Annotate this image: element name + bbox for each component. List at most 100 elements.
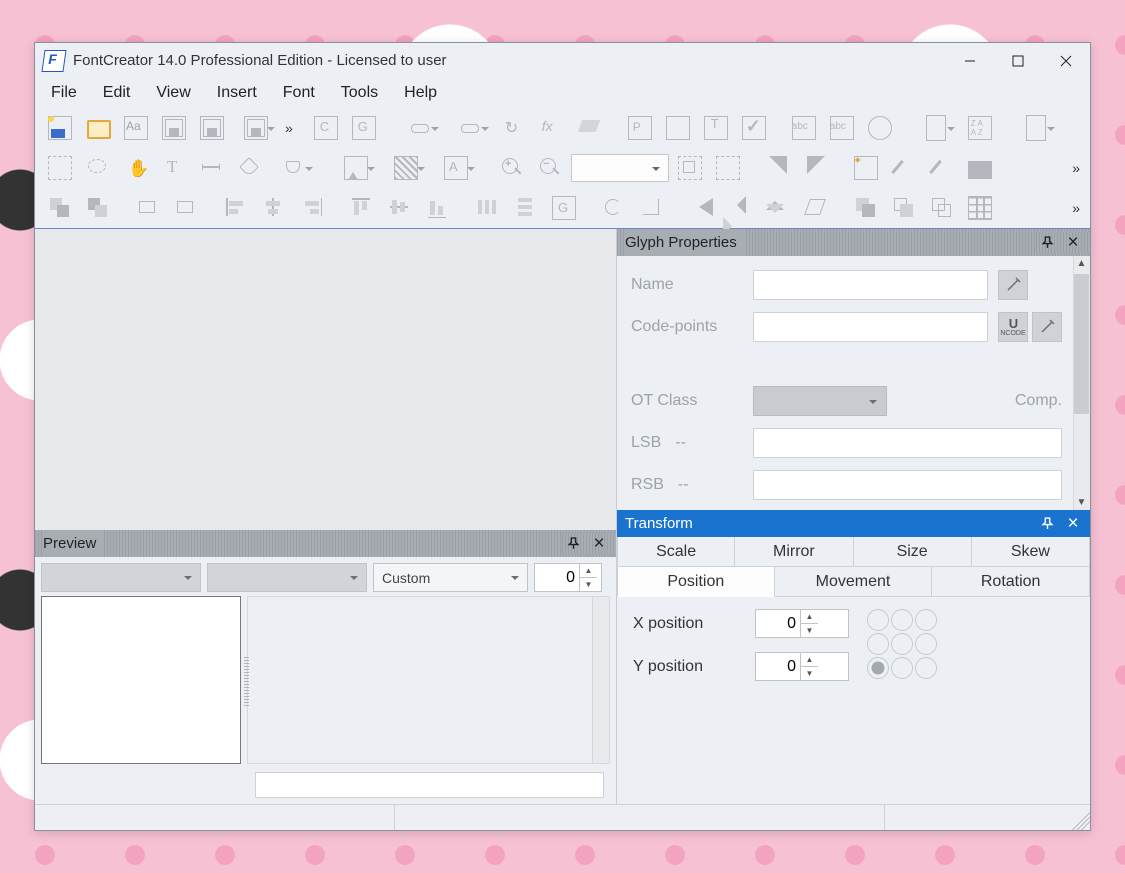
tab-scale[interactable]: Scale [617, 537, 735, 567]
transform-pin-icon[interactable] [1036, 513, 1058, 535]
x-down-icon[interactable]: ▼ [801, 624, 818, 637]
close-button[interactable] [1042, 43, 1090, 78]
zoom-combo[interactable] [571, 154, 669, 182]
glyph-otclass-combo[interactable] [753, 386, 887, 416]
group-g-button[interactable]: G [547, 191, 581, 225]
zoom-out-button[interactable]: − [533, 151, 567, 185]
unlink-button[interactable] [447, 111, 493, 145]
align-top-button[interactable] [345, 191, 379, 225]
tab-mirror[interactable]: Mirror [735, 537, 853, 567]
glyph-scrollbar[interactable]: ▲ ▼ [1073, 256, 1090, 510]
hand-button[interactable]: ✋ [119, 151, 153, 185]
brush-button[interactable] [887, 151, 921, 185]
glyph-codepoints-wand-button[interactable] [1032, 312, 1062, 342]
corner-tl-button[interactable] [761, 151, 795, 185]
glyph-rsb-input[interactable] [753, 470, 1062, 500]
distribute-v-button[interactable] [509, 191, 543, 225]
preview-text-input[interactable] [255, 772, 604, 798]
preview-size-up-icon[interactable]: ▲ [580, 564, 597, 578]
menu-help[interactable]: Help [392, 80, 449, 106]
tab-size[interactable]: Size [854, 537, 972, 567]
preview-pin-icon[interactable] [562, 533, 584, 555]
preview-text-area[interactable] [247, 596, 610, 764]
erase-button[interactable] [573, 111, 607, 145]
y-up-icon[interactable]: ▲ [801, 653, 818, 667]
y-position-input[interactable] [756, 657, 800, 677]
subtract-button[interactable] [887, 191, 921, 225]
tab-movement[interactable]: Movement [775, 567, 933, 597]
fit-button[interactable] [673, 151, 707, 185]
x-up-icon[interactable]: ▲ [801, 610, 818, 624]
flip-v-button[interactable] [761, 191, 795, 225]
anchor-8[interactable] [915, 657, 937, 679]
glyph-unicode-button[interactable]: UNCODE [998, 312, 1028, 342]
fit-sel-button[interactable] [711, 151, 745, 185]
save-as-button[interactable] [233, 111, 279, 145]
maximize-button[interactable] [994, 43, 1042, 78]
swatch-button[interactable] [963, 151, 997, 185]
image-sparkle-button[interactable]: ✦ [849, 151, 883, 185]
preview-glyph-box[interactable] [41, 596, 241, 764]
text-tool-button[interactable]: T [699, 111, 733, 145]
refresh-button[interactable]: ↻ [497, 111, 531, 145]
anchor-6[interactable] [867, 657, 889, 679]
anchor-4[interactable] [891, 633, 913, 655]
hatch-button[interactable] [383, 151, 429, 185]
toolbar1-overflow-icon[interactable]: » [285, 120, 295, 136]
validate-button[interactable] [737, 111, 771, 145]
glyph-name-input[interactable] [753, 270, 988, 300]
lasso-button[interactable] [81, 151, 115, 185]
anchor-3[interactable] [867, 633, 889, 655]
text-button[interactable] [157, 151, 191, 185]
link-button[interactable] [397, 111, 443, 145]
glyph-name-wand-button[interactable] [998, 270, 1028, 300]
intersect-button[interactable] [925, 191, 959, 225]
page-button[interactable] [913, 111, 959, 145]
menu-file[interactable]: File [39, 80, 89, 106]
tab-skew[interactable]: Skew [972, 537, 1090, 567]
pen-button[interactable] [233, 151, 267, 185]
abc-list-button[interactable] [825, 111, 859, 145]
align-bottom-button[interactable] [421, 191, 455, 225]
skew-button[interactable] [799, 191, 833, 225]
preview-size-down-icon[interactable]: ▼ [580, 578, 597, 591]
distribute-h-button[interactable] [471, 191, 505, 225]
preview-mode-combo[interactable]: Custom [373, 563, 528, 592]
glyph-codepoints-input[interactable] [753, 312, 988, 342]
measure-button[interactable] [195, 151, 229, 185]
align-right-button[interactable] [295, 191, 329, 225]
resize-grip[interactable] [1070, 805, 1090, 830]
rotate-cw-button[interactable] [635, 191, 669, 225]
preview-close-icon[interactable]: × [588, 533, 610, 555]
align-3-button[interactable] [131, 191, 165, 225]
transform-close-icon[interactable]: × [1062, 513, 1084, 535]
flip-h-button[interactable] [723, 191, 757, 225]
align-1-button[interactable] [43, 191, 77, 225]
preview-style-combo[interactable] [207, 563, 367, 592]
save-button[interactable] [157, 111, 191, 145]
menu-tools[interactable]: Tools [329, 80, 390, 106]
align-2-button[interactable] [81, 191, 115, 225]
align-4-button[interactable] [169, 191, 203, 225]
glyph-close-icon[interactable]: × [1062, 232, 1084, 254]
scroll-up-icon[interactable]: ▲ [1076, 258, 1087, 269]
y-position-spinner[interactable]: ▲ ▼ [755, 652, 849, 681]
glyph-header[interactable]: Glyph Properties × [617, 229, 1090, 256]
edit-form-button[interactable] [661, 111, 695, 145]
open-button[interactable] [81, 111, 115, 145]
y-down-icon[interactable]: ▼ [801, 667, 818, 680]
corner-tr-button[interactable] [799, 151, 833, 185]
glyph-lsb-input[interactable] [753, 428, 1062, 458]
font-overview-button[interactable] [119, 111, 153, 145]
menu-view[interactable]: View [144, 80, 202, 106]
new-font-button[interactable] [43, 111, 77, 145]
menu-edit[interactable]: Edit [91, 80, 143, 106]
tab-rotation[interactable]: Rotation [932, 567, 1090, 597]
minimize-button[interactable] [946, 43, 994, 78]
save-all-button[interactable] [195, 111, 229, 145]
grid-button[interactable] [963, 191, 997, 225]
preview-size-input[interactable] [535, 568, 579, 588]
scroll-thumb[interactable] [1074, 274, 1089, 414]
align-center-h-button[interactable] [257, 191, 291, 225]
scroll-down-icon[interactable]: ▼ [1076, 497, 1087, 508]
